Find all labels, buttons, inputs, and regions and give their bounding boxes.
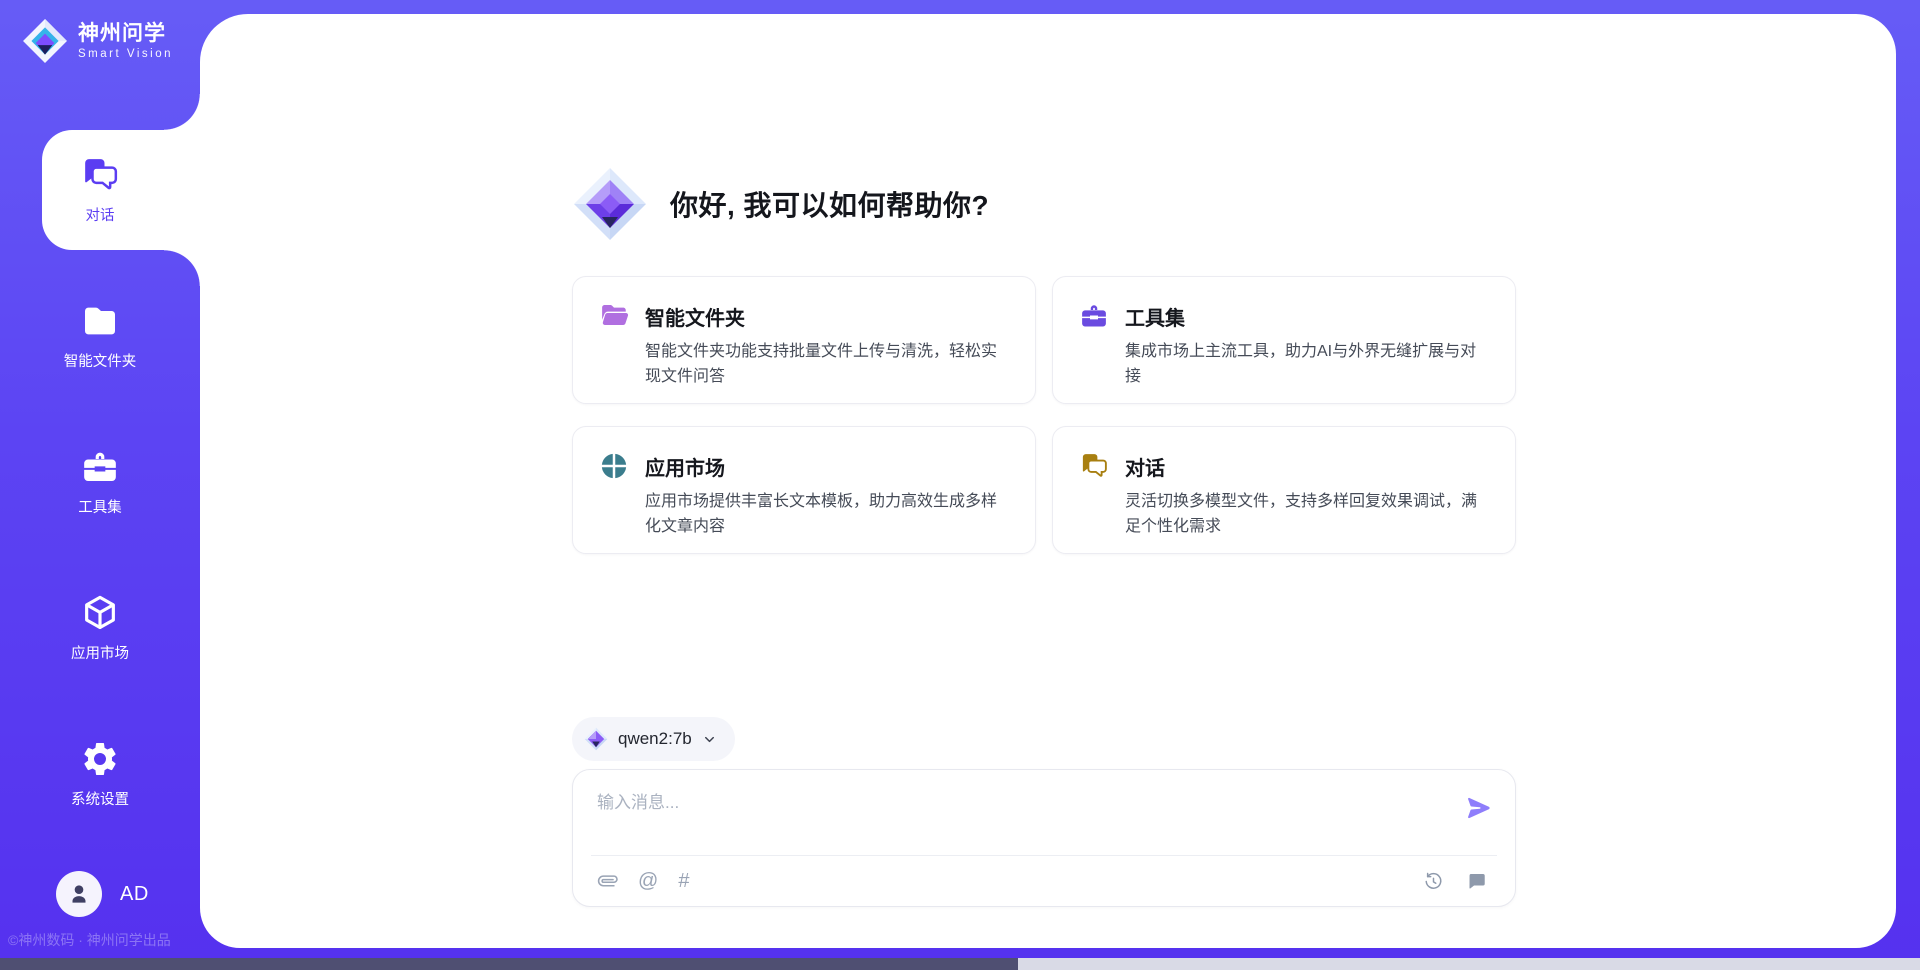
- send-button[interactable]: [1465, 794, 1493, 822]
- mention-icon[interactable]: @: [638, 871, 658, 891]
- card-app-market[interactable]: 应用市场 应用市场提供丰富长文本模板，助力高效生成多样化文章内容: [572, 426, 1036, 554]
- user-profile[interactable]: AD: [56, 871, 149, 917]
- chevron-down-icon: [702, 732, 717, 747]
- sidebar: 神州问学 Smart Vision 对话 智能文件夹: [0, 0, 200, 970]
- history-icon[interactable]: [1423, 871, 1444, 892]
- person-icon: [66, 881, 92, 907]
- cube-icon: [80, 593, 120, 633]
- sidebar-footer-text: ©神州数码 · 神州问学出品: [8, 930, 194, 950]
- app-grid-icon: [599, 451, 629, 481]
- avatar[interactable]: [56, 871, 102, 917]
- gear-icon: [80, 739, 120, 779]
- brand-name: 神州问学: [78, 22, 173, 45]
- horizontal-scrollbar[interactable]: [0, 958, 1920, 970]
- greeting-title: 你好, 我可以如何帮助你?: [670, 184, 989, 224]
- sidebar-item-label: 对话: [86, 204, 115, 225]
- brand-logo-icon: [22, 18, 68, 64]
- chat-icon: [1079, 451, 1109, 481]
- folder-icon: [80, 301, 120, 341]
- briefcase-icon: [1079, 301, 1109, 331]
- sidebar-item-chat[interactable]: 对话: [0, 130, 200, 250]
- card-description: 灵活切换多模型文件，支持多样回复效果调试，满足个性化需求: [1125, 490, 1491, 540]
- diamond-logo-icon: [584, 727, 608, 751]
- composer-actions: [1423, 871, 1487, 892]
- folder-open-icon: [599, 301, 629, 331]
- brand: 神州问学 Smart Vision: [22, 18, 173, 64]
- card-title: 应用市场: [645, 452, 725, 481]
- message-input[interactable]: [597, 786, 1457, 820]
- active-tab-background: [42, 130, 200, 250]
- card-title: 对话: [1125, 452, 1165, 481]
- feature-cards: 智能文件夹 智能文件夹功能支持批量文件上传与清洗，轻松实现文件问答 工具集 集成…: [572, 276, 1516, 554]
- tab-curve-top: [164, 94, 200, 130]
- card-description: 集成市场上主流工具，助力AI与外界无缝扩展与对接: [1125, 340, 1491, 390]
- card-toolset[interactable]: 工具集 集成市场上主流工具，助力AI与外界无缝扩展与对接: [1052, 276, 1516, 404]
- toolbox-icon: [80, 447, 120, 487]
- sidebar-item-label: 工具集: [78, 496, 122, 517]
- composer-tools: @ #: [597, 870, 689, 891]
- card-description: 应用市场提供丰富长文本模板，助力高效生成多样化文章内容: [645, 490, 1011, 540]
- message-composer: @ #: [572, 769, 1516, 907]
- sidebar-item-label: 系统设置: [71, 788, 129, 809]
- sidebar-item-app-market[interactable]: 应用市场: [0, 568, 200, 688]
- greeting: 你好, 我可以如何帮助你?: [572, 166, 989, 242]
- composer-divider: [591, 855, 1497, 856]
- app: { "brand": { "name": "神州问学", "tagline": …: [0, 0, 1920, 970]
- sidebar-item-toolset[interactable]: 工具集: [0, 422, 200, 542]
- model-selector[interactable]: qwen2:7b: [572, 717, 735, 761]
- scrollbar-thumb[interactable]: [0, 958, 1018, 970]
- model-name: qwen2:7b: [618, 729, 692, 749]
- user-initials: AD: [120, 883, 149, 906]
- sidebar-item-label: 应用市场: [71, 642, 129, 663]
- sidebar-item-settings[interactable]: 系统设置: [0, 714, 200, 834]
- main-content: 你好, 我可以如何帮助你? 智能文件夹 智能文件夹功能支持批量文件上传与清洗，轻…: [200, 14, 1896, 948]
- feedback-bubble-icon[interactable]: [1466, 871, 1487, 892]
- sidebar-item-smart-folder[interactable]: 智能文件夹: [0, 276, 200, 396]
- sidebar-item-label: 智能文件夹: [64, 350, 137, 371]
- send-icon: [1465, 794, 1493, 822]
- card-title: 智能文件夹: [645, 302, 745, 331]
- card-smart-folder[interactable]: 智能文件夹 智能文件夹功能支持批量文件上传与清洗，轻松实现文件问答: [572, 276, 1036, 404]
- chat-icon: [80, 155, 120, 195]
- sidebar-nav: 对话 智能文件夹 工具集: [0, 130, 200, 860]
- hashtag-icon[interactable]: #: [678, 871, 689, 891]
- card-title: 工具集: [1125, 302, 1185, 331]
- brand-tagline: Smart Vision: [78, 48, 173, 61]
- paperclip-icon[interactable]: [597, 870, 618, 891]
- assistant-logo-icon: [572, 166, 648, 242]
- card-description: 智能文件夹功能支持批量文件上传与清洗，轻松实现文件问答: [645, 340, 1011, 390]
- card-chat[interactable]: 对话 灵活切换多模型文件，支持多样回复效果调试，满足个性化需求: [1052, 426, 1516, 554]
